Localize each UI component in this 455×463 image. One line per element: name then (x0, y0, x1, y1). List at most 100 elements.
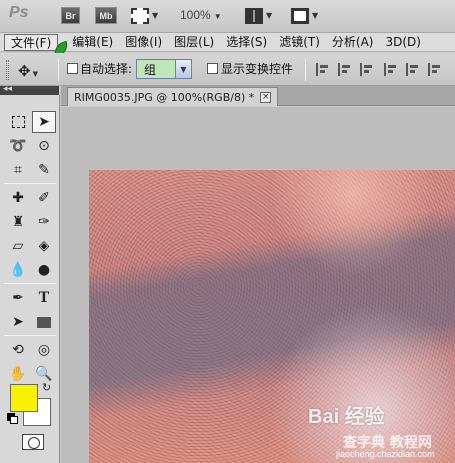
document-image[interactable] (89, 170, 455, 463)
align-right-icon[interactable] (428, 63, 442, 76)
menu-select[interactable]: 选择(S) (220, 34, 273, 51)
path-selection-tool[interactable]: ➤ (6, 311, 30, 333)
pen-tool[interactable]: ✒ (6, 287, 30, 309)
auto-select-dropdown[interactable]: 组 ▼ (136, 59, 192, 79)
eraser-tool[interactable]: ▱ (6, 235, 30, 257)
document-tab-title: RIMG0035.JPG @ 100%(RGB/8) * (74, 90, 255, 104)
lasso-icon: ➰ (9, 138, 27, 154)
eyedropper-tool[interactable]: ✎ (32, 159, 56, 181)
launch-mini-bridge-button[interactable]: Mb (95, 7, 117, 24)
document-tab-bar: RIMG0035.JPG @ 100%(RGB/8) * × (61, 86, 455, 106)
history-brush-icon: ✑ (38, 214, 50, 230)
auto-select-label: 自动选择: (80, 62, 133, 76)
paint-bucket-icon: ◈ (38, 238, 50, 254)
swap-colors-icon[interactable]: ↻ (42, 381, 51, 394)
chevron-down-icon: ▼ (312, 11, 319, 20)
zoom-icon: 🔍 (35, 366, 53, 382)
dodge-tool[interactable]: ● (32, 259, 56, 281)
3d-rotate-tool[interactable]: ⟲ (6, 339, 30, 361)
menu-bar: 文件(F) 编辑(E) 图像(I) 图层(L) 选择(S) 滤镜(T) 分析(A… (0, 33, 455, 52)
arrange-documents-button[interactable]: ▼ (245, 6, 272, 25)
3d-orbit-tool[interactable]: ◎ (32, 339, 56, 361)
history-brush-tool[interactable]: ✑ (32, 211, 56, 233)
menu-filter[interactable]: 滤镜(T) (273, 34, 326, 51)
separator (58, 59, 59, 81)
watermark-logo: Bai 经验 (308, 406, 385, 428)
3d-rotate-icon: ⟲ (12, 342, 24, 358)
show-transform-checkbox[interactable] (207, 63, 218, 74)
launch-bridge-button[interactable]: Br (61, 7, 80, 24)
move-tool[interactable]: ➤ (32, 111, 56, 133)
options-bar: ✥ ▼ 自动选择: 组 ▼ 显示变换控件 (0, 53, 455, 86)
chevron-down-icon: ▼ (175, 60, 191, 78)
lasso-tool[interactable]: ➰ (6, 135, 30, 157)
watermark-url: jiaocheng.chazidian.com (336, 449, 435, 459)
brush-icon: ✐ (38, 190, 50, 206)
pen-icon: ✒ (12, 290, 24, 306)
brush-tool[interactable]: ✐ (32, 187, 56, 209)
separator (305, 59, 306, 81)
align-horizontal-center-icon[interactable] (406, 63, 420, 76)
align-bottom-icon[interactable] (360, 63, 374, 76)
chevron-down-icon: ▼ (32, 70, 38, 78)
auto-select-checkbox[interactable] (67, 63, 78, 74)
align-left-icon[interactable] (384, 63, 398, 76)
grip-handle[interactable] (6, 60, 9, 80)
clone-stamp-tool[interactable]: ♜ (6, 211, 30, 233)
menu-edit[interactable]: 编辑(E) (66, 34, 119, 51)
tool-preset-picker[interactable]: ✥ ▼ (18, 62, 38, 80)
rectangular-marquee-icon (11, 116, 25, 128)
tools-panel-header[interactable]: ◂◂ (0, 84, 59, 95)
eyedropper-icon: ✎ (38, 162, 50, 178)
photoshop-logo: Ps (9, 4, 29, 21)
type-tool[interactable]: T (32, 287, 56, 309)
blur-icon: 💧 (9, 262, 27, 278)
3d-orbit-icon: ◎ (37, 342, 51, 358)
clone-stamp-icon: ♜ (11, 214, 25, 230)
rectangular-marquee-tool[interactable] (6, 111, 30, 133)
chevron-down-icon: ▼ (213, 12, 222, 21)
spot-healing-icon: ✚ (12, 190, 24, 206)
arrange-icon (245, 7, 263, 24)
menu-image[interactable]: 图像(I) (119, 34, 168, 51)
foreground-color-swatch[interactable] (10, 384, 38, 412)
crop-tool[interactable]: ⌗ (6, 159, 30, 181)
separator (4, 283, 56, 284)
view-extras-button[interactable]: ▼ (131, 6, 158, 25)
menu-3d[interactable]: 3D(D) (379, 34, 426, 51)
screen-mode-button[interactable]: ▼ (291, 6, 318, 25)
hand-tool[interactable]: ✋ (6, 363, 30, 385)
move-icon: ✥ (18, 62, 31, 80)
hand-icon: ✋ (9, 366, 27, 382)
quick-mask-icon[interactable] (22, 434, 44, 450)
dodge-icon: ● (37, 262, 51, 278)
collapse-icon[interactable]: ◂◂ (3, 84, 12, 94)
type-icon: T (38, 289, 50, 306)
screen-mode-icon (291, 7, 309, 24)
zoom-level-value: 100% (180, 8, 211, 22)
chevron-down-icon: ▼ (152, 11, 159, 20)
document-tab[interactable]: RIMG0035.JPG @ 100%(RGB/8) * × (67, 87, 279, 106)
spot-healing-tool[interactable]: ✚ (6, 187, 30, 209)
quick-selection-tool[interactable]: ⊙ (32, 135, 56, 157)
close-icon[interactable]: × (260, 91, 272, 103)
rectangle-shape-icon (37, 316, 51, 328)
paint-bucket-tool[interactable]: ◈ (32, 235, 56, 257)
quick-selection-icon: ⊙ (38, 138, 50, 154)
move-icon: ➤ (38, 114, 50, 130)
blur-tool[interactable]: 💧 (6, 259, 30, 281)
default-colors-icon[interactable] (7, 413, 18, 424)
align-vertical-center-icon[interactable] (338, 63, 352, 76)
menu-layer[interactable]: 图层(L) (168, 34, 220, 51)
zoom-level-dropdown[interactable]: 100% ▼ (180, 8, 222, 22)
menu-analysis[interactable]: 分析(A) (326, 34, 380, 51)
crop-icon: ⌗ (14, 162, 22, 178)
align-top-icon[interactable] (316, 63, 330, 76)
auto-select-value: 组 (144, 62, 157, 77)
canvas-workspace[interactable] (61, 107, 455, 463)
menu-file[interactable]: 文件(F) (4, 33, 59, 51)
show-transform-label: 显示变换控件 (221, 62, 294, 76)
rectangle-shape-tool[interactable] (32, 311, 56, 333)
film-icon (131, 7, 149, 24)
eraser-icon: ▱ (12, 238, 24, 254)
